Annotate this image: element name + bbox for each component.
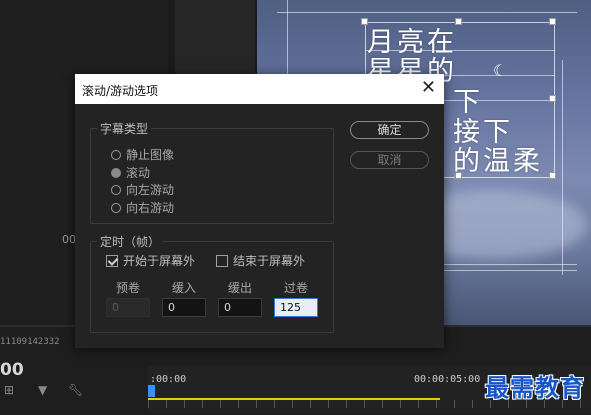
ease-out-label: 缓出: [227, 281, 252, 295]
radio-crawl-right[interactable]: 向右游动: [111, 199, 174, 216]
safe-area-guide: [287, 0, 288, 75]
safe-area-guide: [562, 60, 563, 275]
ruler-start-label: :00:00: [150, 374, 187, 385]
playhead-timecode[interactable]: 00: [0, 360, 24, 380]
radio-crawl-left[interactable]: 向左游动: [111, 181, 174, 198]
radio-button-selected[interactable]: [111, 167, 121, 178]
checkbox-checked[interactable]: [106, 254, 118, 267]
radio-label: 向右游动: [126, 201, 175, 215]
wrench-icon[interactable]: 🔧︎: [68, 383, 83, 397]
ruler-end-label: 00:00:05:00: [414, 374, 481, 385]
safe-area-guide: [277, 12, 577, 13]
preroll-label: 预卷: [115, 281, 140, 295]
marker-icon[interactable]: ▼: [38, 383, 47, 397]
radio-label: 静止图像: [126, 148, 175, 162]
start-offscreen-checkbox[interactable]: 开始于屏幕外: [106, 252, 195, 269]
resize-handle[interactable]: [549, 18, 556, 25]
ease-out-field[interactable]: 0: [218, 298, 262, 317]
poem-line: 的温柔: [453, 146, 543, 177]
radio-label: 向左游动: [126, 183, 175, 197]
ease-in-field[interactable]: 0: [162, 298, 206, 317]
caption-type-legend: 字幕类型: [97, 120, 152, 137]
resize-handle[interactable]: [549, 172, 556, 179]
ok-button[interactable]: 确定: [350, 121, 429, 139]
radio-still[interactable]: 静止图像: [111, 146, 174, 163]
dialog-title: 滚动/游动选项: [82, 84, 159, 98]
radio-roll[interactable]: 滚动: [111, 164, 150, 181]
resize-handle[interactable]: [549, 95, 556, 102]
radio-button[interactable]: [111, 149, 121, 160]
roll-crawl-options-dialog: 滚动/游动选项 ✕ 字幕类型 静止图像 滚动 向左游动 向右游动 定时（帧） 开…: [75, 74, 444, 348]
postroll-label: 过卷: [283, 281, 308, 295]
postroll-field[interactable]: 125: [274, 298, 318, 317]
radio-button[interactable]: [111, 202, 121, 213]
checkbox-label: 开始于屏幕外: [123, 254, 196, 268]
timing-legend: 定时（帧）: [97, 233, 164, 250]
crescent-moon-icon: ☾: [493, 61, 508, 80]
radio-label: 滚动: [126, 166, 151, 180]
end-offscreen-checkbox[interactable]: 结束于屏幕外: [216, 252, 305, 269]
snap-icon[interactable]: ⊞: [4, 383, 14, 397]
ease-in-label: 缓入: [171, 281, 196, 295]
radio-button[interactable]: [111, 184, 121, 195]
watermark-logo: 最需教育: [485, 373, 585, 402]
cancel-button[interactable]: 取消: [350, 151, 429, 169]
checkbox-unchecked[interactable]: [216, 254, 228, 267]
close-icon[interactable]: ✕: [421, 78, 436, 98]
dialog-titlebar[interactable]: 滚动/游动选项 ✕: [75, 74, 444, 104]
preroll-field: 0: [106, 298, 150, 317]
timecode-readout: 11109142332: [0, 337, 60, 347]
source-timecode: 00: [62, 233, 76, 246]
checkbox-label: 结束于屏幕外: [233, 254, 306, 268]
playhead[interactable]: [148, 385, 155, 397]
